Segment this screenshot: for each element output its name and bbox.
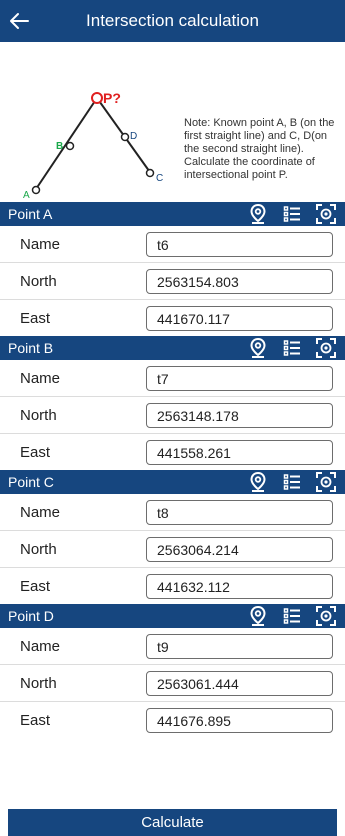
east-label: East <box>20 443 51 461</box>
north-row: North <box>0 665 345 702</box>
north-label: North <box>20 540 57 558</box>
point-a-name-input[interactable] <box>146 232 333 257</box>
name-row: Name <box>0 494 345 531</box>
label-p: P? <box>103 90 121 106</box>
diagram-note: Note: Known point A, B (on the first str… <box>184 117 335 181</box>
location-pin-icon[interactable] <box>247 337 269 359</box>
back-arrow-icon <box>10 13 29 29</box>
point-b-north-input[interactable] <box>146 403 333 428</box>
intersection-diagram: P? B D C A <box>23 90 163 200</box>
north-label: North <box>20 272 57 290</box>
scan-target-icon[interactable] <box>315 471 337 493</box>
point-d-east-input[interactable] <box>146 708 333 733</box>
list-icon[interactable] <box>281 337 303 359</box>
point-a-east-input[interactable] <box>146 306 333 331</box>
east-row: East <box>0 300 345 336</box>
label-c: C <box>156 173 163 184</box>
north-label: North <box>20 406 57 424</box>
section-title: Point D <box>8 608 54 624</box>
label-a: A <box>23 190 30 200</box>
page-title: Intersection calculation <box>86 11 259 30</box>
name-label: Name <box>20 369 61 387</box>
point-c-east-input[interactable] <box>146 574 333 599</box>
east-row: East <box>0 702 345 738</box>
location-pin-icon[interactable] <box>247 203 269 225</box>
name-label: Name <box>20 235 61 253</box>
list-icon[interactable] <box>281 605 303 627</box>
north-label: North <box>20 674 57 692</box>
point-d-name-input[interactable] <box>146 634 333 659</box>
north-row: North <box>0 263 345 300</box>
point-c-header: Point C <box>0 470 345 494</box>
label-b: B <box>56 141 63 152</box>
section-title: Point A <box>8 206 53 222</box>
north-row: North <box>0 397 345 434</box>
calculate-button[interactable]: Calculate <box>8 809 337 836</box>
diagram-panel: P? B D C A Note: Known point A, B (on th… <box>0 42 345 202</box>
name-row: Name <box>0 360 345 397</box>
scan-target-icon[interactable] <box>315 203 337 225</box>
point-b-header: Point B <box>0 336 345 360</box>
back-button[interactable] <box>0 0 38 42</box>
name-label: Name <box>20 637 61 655</box>
east-label: East <box>20 711 51 729</box>
section-title: Point C <box>8 474 54 490</box>
section-title: Point B <box>8 340 54 356</box>
east-row: East <box>0 434 345 470</box>
list-icon[interactable] <box>281 471 303 493</box>
point-c-name-input[interactable] <box>146 500 333 525</box>
location-pin-icon[interactable] <box>247 471 269 493</box>
label-d: D <box>130 131 137 142</box>
point-d-north-input[interactable] <box>146 671 333 696</box>
name-row: Name <box>0 226 345 263</box>
point-d-section: Point D Name North East <box>0 604 345 738</box>
top-bar: Intersection calculation <box>0 0 345 42</box>
east-label: East <box>20 309 51 327</box>
east-row: East <box>0 568 345 604</box>
point-b-section: Point B Name North East <box>0 336 345 470</box>
point-b-name-input[interactable] <box>146 366 333 391</box>
list-icon[interactable] <box>281 203 303 225</box>
point-b-east-input[interactable] <box>146 440 333 465</box>
scan-target-icon[interactable] <box>315 337 337 359</box>
name-row: Name <box>0 628 345 665</box>
point-a-north-input[interactable] <box>146 269 333 294</box>
east-label: East <box>20 577 51 595</box>
point-a-section: Point A Name North East <box>0 202 345 336</box>
point-d-header: Point D <box>0 604 345 628</box>
point-a-header: Point A <box>0 202 345 226</box>
point-c-section: Point C Name North East <box>0 470 345 604</box>
point-c-north-input[interactable] <box>146 537 333 562</box>
north-row: North <box>0 531 345 568</box>
scan-target-icon[interactable] <box>315 605 337 627</box>
location-pin-icon[interactable] <box>247 605 269 627</box>
name-label: Name <box>20 503 61 521</box>
